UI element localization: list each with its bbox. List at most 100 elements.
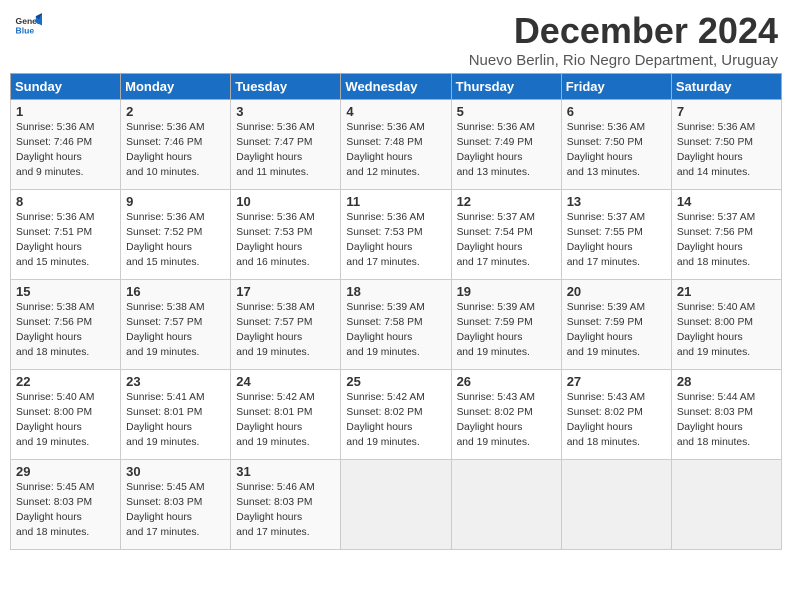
calendar-cell: 3 Sunrise: 5:36 AMSunset: 7:47 PMDayligh… (231, 100, 341, 190)
day-number: 19 (457, 284, 556, 299)
day-number: 26 (457, 374, 556, 389)
title-block: December 2024 Nuevo Berlin, Rio Negro De… (469, 10, 778, 69)
day-header-sunday: Sunday (11, 74, 121, 100)
day-number: 25 (346, 374, 445, 389)
calendar-week-3: 15 Sunrise: 5:38 AMSunset: 7:56 PMDaylig… (11, 280, 782, 370)
day-number: 15 (16, 284, 115, 299)
day-info: Sunrise: 5:38 AMSunset: 7:57 PMDaylight … (236, 301, 335, 361)
calendar-cell: 11 Sunrise: 5:36 AMSunset: 7:53 PMDaylig… (341, 190, 451, 280)
calendar-cell (451, 460, 561, 550)
day-info: Sunrise: 5:36 AMSunset: 7:50 PMDaylight … (567, 121, 666, 181)
calendar-cell: 22 Sunrise: 5:40 AMSunset: 8:00 PMDaylig… (11, 370, 121, 460)
day-info: Sunrise: 5:36 AMSunset: 7:50 PMDaylight … (677, 121, 776, 181)
day-number: 4 (346, 104, 445, 119)
calendar-cell (671, 460, 781, 550)
calendar-cell: 4 Sunrise: 5:36 AMSunset: 7:48 PMDayligh… (341, 100, 451, 190)
day-number: 12 (457, 194, 556, 209)
calendar-cell: 8 Sunrise: 5:36 AMSunset: 7:51 PMDayligh… (11, 190, 121, 280)
day-number: 28 (677, 374, 776, 389)
calendar-week-1: 1 Sunrise: 5:36 AMSunset: 7:46 PMDayligh… (11, 100, 782, 190)
calendar-cell: 27 Sunrise: 5:43 AMSunset: 8:02 PMDaylig… (561, 370, 671, 460)
day-info: Sunrise: 5:37 AMSunset: 7:56 PMDaylight … (677, 211, 776, 271)
calendar-cell: 12 Sunrise: 5:37 AMSunset: 7:54 PMDaylig… (451, 190, 561, 280)
svg-text:Blue: Blue (16, 25, 35, 35)
day-info: Sunrise: 5:45 AMSunset: 8:03 PMDaylight … (126, 481, 225, 541)
calendar-cell: 10 Sunrise: 5:36 AMSunset: 7:53 PMDaylig… (231, 190, 341, 280)
logo: General Blue (14, 10, 42, 38)
day-number: 6 (567, 104, 666, 119)
calendar-cell: 13 Sunrise: 5:37 AMSunset: 7:55 PMDaylig… (561, 190, 671, 280)
day-info: Sunrise: 5:36 AMSunset: 7:53 PMDaylight … (236, 211, 335, 271)
calendar-cell: 24 Sunrise: 5:42 AMSunset: 8:01 PMDaylig… (231, 370, 341, 460)
day-number: 31 (236, 464, 335, 479)
calendar-cell: 16 Sunrise: 5:38 AMSunset: 7:57 PMDaylig… (121, 280, 231, 370)
calendar-table: SundayMondayTuesdayWednesdayThursdayFrid… (10, 73, 782, 550)
day-info: Sunrise: 5:46 AMSunset: 8:03 PMDaylight … (236, 481, 335, 541)
day-number: 24 (236, 374, 335, 389)
day-info: Sunrise: 5:40 AMSunset: 8:00 PMDaylight … (16, 391, 115, 451)
calendar-subtitle: Nuevo Berlin, Rio Negro Department, Urug… (469, 52, 778, 69)
calendar-cell: 20 Sunrise: 5:39 AMSunset: 7:59 PMDaylig… (561, 280, 671, 370)
calendar-cell: 28 Sunrise: 5:44 AMSunset: 8:03 PMDaylig… (671, 370, 781, 460)
day-number: 10 (236, 194, 335, 209)
day-info: Sunrise: 5:39 AMSunset: 7:59 PMDaylight … (567, 301, 666, 361)
calendar-cell (561, 460, 671, 550)
calendar-cell: 6 Sunrise: 5:36 AMSunset: 7:50 PMDayligh… (561, 100, 671, 190)
calendar-cell: 5 Sunrise: 5:36 AMSunset: 7:49 PMDayligh… (451, 100, 561, 190)
day-number: 17 (236, 284, 335, 299)
calendar-cell: 30 Sunrise: 5:45 AMSunset: 8:03 PMDaylig… (121, 460, 231, 550)
day-info: Sunrise: 5:39 AMSunset: 7:59 PMDaylight … (457, 301, 556, 361)
day-number: 16 (126, 284, 225, 299)
day-number: 2 (126, 104, 225, 119)
day-info: Sunrise: 5:42 AMSunset: 8:01 PMDaylight … (236, 391, 335, 451)
calendar-week-2: 8 Sunrise: 5:36 AMSunset: 7:51 PMDayligh… (11, 190, 782, 280)
day-info: Sunrise: 5:43 AMSunset: 8:02 PMDaylight … (457, 391, 556, 451)
day-number: 14 (677, 194, 776, 209)
day-info: Sunrise: 5:40 AMSunset: 8:00 PMDaylight … (677, 301, 776, 361)
calendar-week-4: 22 Sunrise: 5:40 AMSunset: 8:00 PMDaylig… (11, 370, 782, 460)
day-number: 1 (16, 104, 115, 119)
calendar-cell: 31 Sunrise: 5:46 AMSunset: 8:03 PMDaylig… (231, 460, 341, 550)
calendar-cell: 21 Sunrise: 5:40 AMSunset: 8:00 PMDaylig… (671, 280, 781, 370)
day-number: 18 (346, 284, 445, 299)
day-info: Sunrise: 5:36 AMSunset: 7:46 PMDaylight … (126, 121, 225, 181)
day-info: Sunrise: 5:36 AMSunset: 7:53 PMDaylight … (346, 211, 445, 271)
day-number: 5 (457, 104, 556, 119)
day-info: Sunrise: 5:39 AMSunset: 7:58 PMDaylight … (346, 301, 445, 361)
day-info: Sunrise: 5:38 AMSunset: 7:56 PMDaylight … (16, 301, 115, 361)
calendar-cell: 19 Sunrise: 5:39 AMSunset: 7:59 PMDaylig… (451, 280, 561, 370)
day-info: Sunrise: 5:36 AMSunset: 7:52 PMDaylight … (126, 211, 225, 271)
day-info: Sunrise: 5:36 AMSunset: 7:49 PMDaylight … (457, 121, 556, 181)
logo-icon: General Blue (14, 10, 42, 38)
calendar-cell: 1 Sunrise: 5:36 AMSunset: 7:46 PMDayligh… (11, 100, 121, 190)
day-info: Sunrise: 5:43 AMSunset: 8:02 PMDaylight … (567, 391, 666, 451)
day-number: 9 (126, 194, 225, 209)
calendar-cell: 7 Sunrise: 5:36 AMSunset: 7:50 PMDayligh… (671, 100, 781, 190)
day-number: 21 (677, 284, 776, 299)
day-info: Sunrise: 5:37 AMSunset: 7:55 PMDaylight … (567, 211, 666, 271)
calendar-cell: 15 Sunrise: 5:38 AMSunset: 7:56 PMDaylig… (11, 280, 121, 370)
day-info: Sunrise: 5:41 AMSunset: 8:01 PMDaylight … (126, 391, 225, 451)
day-header-friday: Friday (561, 74, 671, 100)
calendar-header-row: SundayMondayTuesdayWednesdayThursdayFrid… (11, 74, 782, 100)
calendar-cell: 23 Sunrise: 5:41 AMSunset: 8:01 PMDaylig… (121, 370, 231, 460)
day-number: 30 (126, 464, 225, 479)
calendar-cell: 25 Sunrise: 5:42 AMSunset: 8:02 PMDaylig… (341, 370, 451, 460)
day-info: Sunrise: 5:38 AMSunset: 7:57 PMDaylight … (126, 301, 225, 361)
day-header-thursday: Thursday (451, 74, 561, 100)
day-info: Sunrise: 5:36 AMSunset: 7:48 PMDaylight … (346, 121, 445, 181)
day-number: 29 (16, 464, 115, 479)
day-header-monday: Monday (121, 74, 231, 100)
calendar-title: December 2024 (469, 10, 778, 52)
calendar-cell: 2 Sunrise: 5:36 AMSunset: 7:46 PMDayligh… (121, 100, 231, 190)
day-number: 8 (16, 194, 115, 209)
day-number: 7 (677, 104, 776, 119)
day-number: 23 (126, 374, 225, 389)
day-number: 13 (567, 194, 666, 209)
day-number: 3 (236, 104, 335, 119)
calendar-cell (341, 460, 451, 550)
calendar-cell: 26 Sunrise: 5:43 AMSunset: 8:02 PMDaylig… (451, 370, 561, 460)
day-number: 27 (567, 374, 666, 389)
page-header: General Blue December 2024 Nuevo Berlin,… (10, 10, 782, 69)
day-info: Sunrise: 5:42 AMSunset: 8:02 PMDaylight … (346, 391, 445, 451)
